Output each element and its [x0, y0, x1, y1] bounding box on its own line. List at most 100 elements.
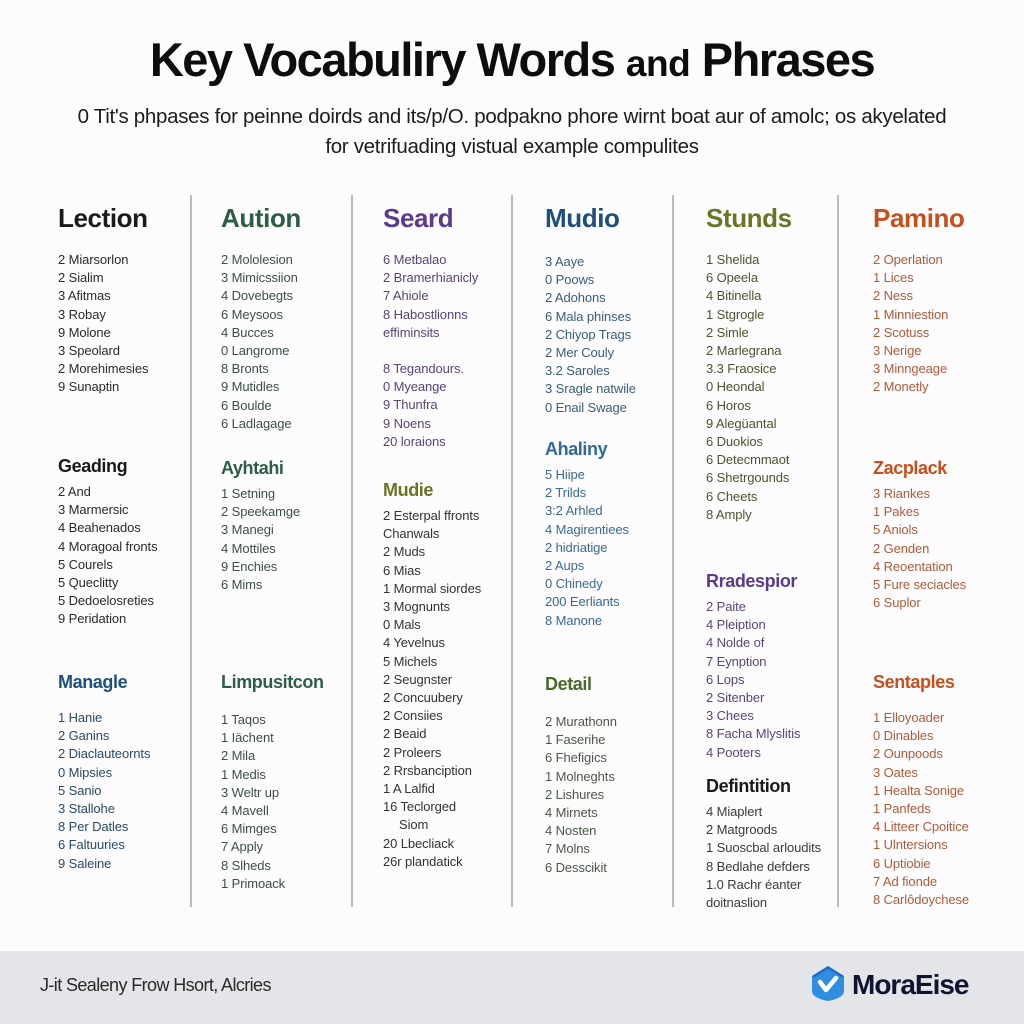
- section-heading: Defintition: [706, 776, 791, 796]
- word-item: doitnaslion: [706, 895, 768, 911]
- word-item: 16 Teclorged: [383, 799, 457, 815]
- section-heading: Sentaples: [873, 672, 955, 692]
- vocab-column-4: Mudio 3 Aaye 0 Poows 2 Adohons 6 Mala ph…: [545, 195, 671, 910]
- word-item: 2 Proleers: [383, 744, 442, 760]
- word-item: 2 Adohons: [545, 290, 606, 306]
- section-heading: Rradespior: [706, 571, 798, 591]
- word-item: 4 Beahenados: [58, 520, 141, 536]
- section-heading: Pamino: [873, 203, 965, 233]
- word-item: 20 Lbecliack: [383, 835, 455, 851]
- vocab-column-1: Lection 2 Miarsorlon 2 Sialim 3 Afitmas …: [58, 195, 188, 910]
- word-item: 2 Miarsorlon: [58, 252, 129, 267]
- word-item: 9 Alegüantal: [706, 415, 777, 431]
- word-item: 3 Robay: [58, 306, 106, 322]
- vocab-section: Seard 6 Metbalao 2 Bramerhianicly 7 Ahio…: [383, 203, 478, 451]
- word-list: 2 Esterpal ffronts Chanwals 2 Muds 6 Mia…: [383, 507, 481, 871]
- logo-text: MoraEise: [852, 969, 969, 1000]
- word-item: 26r plandatick: [383, 853, 463, 869]
- word-item: 0 Enail Swage: [545, 399, 627, 415]
- vocab-section: Stunds 1 Shelida 6 Opeela 4 Bitinella 1 …: [706, 203, 792, 524]
- word-item: 1 Lices: [873, 270, 914, 286]
- word-item: 4 Reoentation: [873, 558, 953, 574]
- word-item: 5 Hiipe: [545, 467, 585, 482]
- vocab-section: Geading 2 And 3 Marmersic 4 Beahenados 4…: [58, 455, 158, 629]
- word-list: 3 Riankes 1 Pakes 5 Aniols 2 Genden 4 Re…: [873, 485, 966, 612]
- word-list: 2 Murathonn 1 Faserihe 6 Fhefigics 1 Mol…: [545, 713, 617, 877]
- word-item: 6 Detecmmaot: [706, 452, 790, 468]
- word-item: 20 loraions: [383, 433, 446, 449]
- word-item: 4 Bucces: [221, 324, 274, 340]
- word-item: 6 Shetrgounds: [706, 470, 790, 486]
- vocab-section: Aution 2 Mololesion 3 Mimicssiion 4 Dove…: [221, 203, 301, 433]
- section-heading: Ayhtahi: [221, 458, 284, 478]
- word-item: 6 Cheets: [706, 488, 758, 504]
- word-item: 2 Rrsbanciption: [383, 762, 472, 778]
- vocab-column-5: Stunds 1 Shelida 6 Opeela 4 Bitinella 1 …: [706, 195, 836, 910]
- word-item: 9 Peridation: [58, 611, 127, 627]
- word-item: 1.0 Rachr éanter: [706, 876, 802, 892]
- word-item: 2 Seugnster: [383, 671, 453, 687]
- word-item: 6 Fhefigics: [545, 750, 607, 766]
- word-item: 3 Afitmas: [58, 288, 111, 304]
- word-item: 2 hidriatige: [545, 539, 608, 555]
- word-item: 6 Faltuuries: [58, 837, 125, 853]
- word-item: 6 Boulde: [221, 397, 272, 413]
- word-item: 3 Marmersic: [58, 502, 129, 518]
- word-item: 2 Morehimesies: [58, 361, 149, 377]
- word-item: 3 Riankes: [873, 486, 930, 501]
- word-item: 1 A Lalfid: [383, 781, 435, 797]
- section-heading: Zacplack: [873, 458, 947, 478]
- word-item: 6 Mimges: [221, 821, 277, 837]
- section-heading: Limpusitcon: [221, 672, 324, 692]
- word-list: 2 Miarsorlon 2 Sialim 3 Afitmas 3 Robay …: [58, 251, 148, 397]
- word-item: 0 Chinedy: [545, 576, 603, 592]
- word-item: 8 Facha Mlyslitis: [706, 726, 801, 742]
- word-list: 5 Hiipe 2 Trilds 3:2 Arhled 4 Magirentie…: [545, 466, 629, 630]
- word-item: 2 Simle: [706, 324, 749, 340]
- word-item: 2 Diaclauteornts: [58, 746, 151, 762]
- word-item: 1 Medis: [221, 766, 266, 782]
- vocab-section: Limpusitcon 1 Taqos 1 Iächent 2 Mila 1 M…: [221, 671, 324, 893]
- word-item: 5 Queclitty: [58, 575, 119, 591]
- column-divider: [511, 195, 513, 907]
- word-item: 2 Concuubery: [383, 690, 463, 706]
- word-item: 4 Yevelnus: [383, 635, 445, 651]
- word-item: 9 Enchies: [221, 558, 278, 574]
- word-item: 3 Aaye: [545, 254, 585, 269]
- column-divider: [190, 195, 192, 907]
- word-item: 2 Speekamge: [221, 504, 301, 520]
- word-item: 1 Elloyoader: [873, 710, 945, 725]
- word-item: 9 Saleine: [58, 855, 112, 871]
- word-item: 2 Bramerhianicly: [383, 270, 479, 286]
- word-item: 9 Mutidles: [221, 379, 280, 395]
- word-item: 1 Faserihe: [545, 732, 606, 748]
- word-item: 2 Chiyop Trags: [545, 326, 632, 342]
- title-phrases: Phrases: [701, 33, 876, 86]
- section-heading: Mudio: [545, 203, 620, 233]
- vocab-column-3: Seard 6 Metbalao 2 Bramerhianicly 7 Ahio…: [383, 195, 509, 910]
- word-item: 0 Langrome: [221, 343, 290, 359]
- word-item: 7 Eynption: [706, 653, 767, 669]
- brand-logo[interactable]: MoraEise: [808, 965, 969, 1005]
- word-item: 3.2 Saroles: [545, 363, 610, 379]
- word-item: 9 Noens: [383, 415, 431, 431]
- word-item: 2 Paite: [706, 599, 746, 614]
- word-item: 3.3 Fraosice: [706, 361, 777, 377]
- word-item: 7 Ahiole: [383, 288, 429, 304]
- section-heading: Seard: [383, 203, 454, 233]
- vocab-column-6: Pamino 2 Operlation 1 Lices 2 Ness 1 Min…: [873, 195, 1013, 910]
- word-item: 3 Mimicssiion: [221, 270, 298, 286]
- word-item: 2 Muds: [383, 544, 426, 560]
- word-item: 6 Horos: [706, 397, 751, 413]
- word-item: 7 Apply: [221, 839, 263, 855]
- section-heading: Managle: [58, 672, 128, 692]
- word-item: 2 Consiies: [383, 708, 443, 724]
- word-item: 2 Lishures: [545, 786, 604, 802]
- word-item: 1 Panfeds: [873, 801, 931, 817]
- word-item: 1 Suoscbal arloudits: [706, 840, 822, 856]
- word-item: 2 Operlation: [873, 252, 943, 267]
- vocab-section: Ayhtahi 1 Setning 2 Speekamge 3 Manegi 4…: [221, 457, 300, 594]
- column-divider: [672, 195, 674, 907]
- word-item: Siom: [399, 817, 429, 833]
- word-item: 0 Poows: [545, 272, 595, 288]
